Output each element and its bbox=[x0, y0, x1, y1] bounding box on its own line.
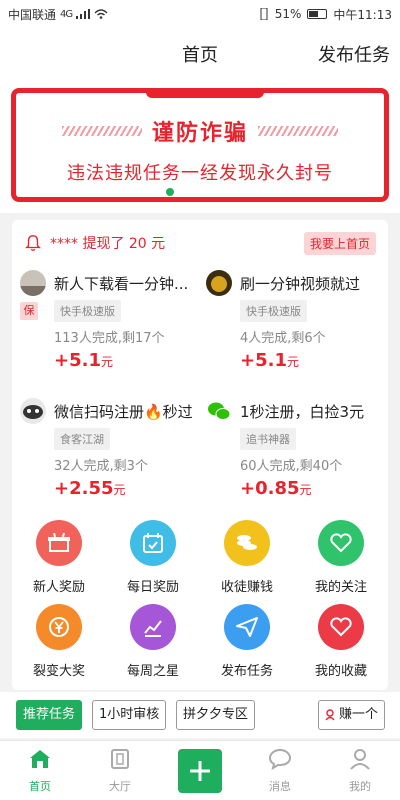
banner-warning: 违法违规任务一经发现永久封号 bbox=[67, 163, 333, 184]
task-title: 新人下载看一分钟... bbox=[54, 275, 189, 293]
tab-label: 大厅 bbox=[109, 780, 131, 793]
task-panel: **** 提现了 20 元 我要上首页 新人下载看一分钟... 保 快手极速版 … bbox=[12, 220, 388, 690]
grid-item-follows[interactable]: 我的关注 bbox=[294, 520, 388, 595]
task-card[interactable]: 新人下载看一分钟... 保 快手极速版 113人完成,剩17个 +5.1元 bbox=[20, 270, 200, 390]
home-icon bbox=[30, 750, 50, 768]
chart-icon bbox=[130, 604, 176, 650]
tab-hall[interactable]: 大厅 bbox=[80, 747, 160, 794]
grid-label: 每周之星 bbox=[126, 664, 179, 679]
grid-item-fission-prize[interactable]: 裂变大奖 bbox=[12, 604, 106, 679]
recommended-tasks-tab[interactable]: 推荐任务 bbox=[16, 700, 83, 730]
grid-label: 发布任务 bbox=[220, 664, 273, 679]
task-tag: 追书神器 bbox=[240, 428, 296, 450]
task-price: +0.85元 bbox=[240, 478, 312, 499]
tab-messages[interactable]: 消息 bbox=[240, 747, 320, 794]
one-hour-review-tab[interactable]: 1小时审核 bbox=[92, 700, 167, 730]
task-stat: 32人完成,剩3个 bbox=[54, 459, 148, 474]
clock: 中午11:13 bbox=[333, 7, 392, 22]
task-filter-bar: 推荐任务 1小时审核 拼夕夕专区 赚一个 bbox=[0, 692, 400, 738]
earn-one-label: 赚一个 bbox=[339, 707, 379, 722]
vibrate-icon bbox=[260, 8, 268, 20]
signal-icon bbox=[76, 9, 91, 19]
status-bar: 中国联通 4G 51% 中午11:13 bbox=[0, 0, 400, 28]
anti-fraud-banner[interactable]: 谨防诈骗 违法违规任务一经发现永久封号 bbox=[11, 88, 389, 202]
task-stat: 4人完成,剩6个 bbox=[240, 331, 326, 346]
wifi-icon bbox=[94, 9, 108, 19]
hall-icon bbox=[111, 749, 129, 769]
bottom-tab-bar: 首页 大厅 消息 我的 bbox=[0, 740, 400, 800]
coins-icon bbox=[224, 520, 270, 566]
top-nav: 首页 发布任务 bbox=[0, 28, 400, 78]
tab-label: 我的 bbox=[349, 780, 371, 793]
wechat-icon bbox=[206, 398, 232, 424]
withdraw-notice: **** 提现了 20 元 我要上首页 bbox=[24, 230, 376, 256]
go-homepage-button[interactable]: 我要上首页 bbox=[303, 231, 376, 255]
grid-label: 我的收藏 bbox=[314, 664, 367, 679]
carousel-indicator bbox=[166, 188, 174, 196]
tab-label: 消息 bbox=[269, 780, 291, 793]
grid-label: 我的关注 bbox=[314, 580, 367, 595]
grid-item-new-user-reward[interactable]: 新人奖励 bbox=[12, 520, 106, 595]
carrier-label: 中国联通 bbox=[8, 7, 57, 22]
paper-plane-icon bbox=[224, 604, 270, 650]
user-icon bbox=[325, 709, 335, 721]
grid-label: 新人奖励 bbox=[32, 580, 85, 595]
banner-carousel[interactable]: 谨防诈骗 违法违规任务一经发现永久封号 bbox=[0, 78, 400, 213]
battery-icon bbox=[307, 9, 328, 19]
banner-headline: 谨防诈骗 bbox=[151, 121, 248, 146]
grid-label: 每日奖励 bbox=[126, 580, 179, 595]
task-tag: 快手极速版 bbox=[54, 300, 121, 322]
task-title: 微信扫码注册🔥秒过 bbox=[54, 403, 193, 421]
yen-coin-icon bbox=[36, 604, 82, 650]
grid-item-recruit[interactable]: 收徒赚钱 bbox=[200, 520, 294, 595]
grid-item-publish-task[interactable]: 发布任务 bbox=[200, 604, 294, 679]
task-price: +5.1元 bbox=[240, 350, 299, 371]
task-price: +2.55元 bbox=[54, 478, 126, 499]
bell-icon bbox=[25, 235, 41, 251]
withdraw-text: **** 提现了 20 元 bbox=[50, 236, 166, 252]
task-tag: 食客江湖 bbox=[54, 428, 110, 450]
pdd-zone-tab[interactable]: 拼夕夕专区 bbox=[176, 700, 256, 730]
heart-outline-icon bbox=[318, 520, 364, 566]
task-title: 刷一分钟视频就过 bbox=[240, 275, 361, 293]
task-stat: 113人完成,剩17个 bbox=[54, 331, 165, 346]
task-stat: 60人完成,剩40个 bbox=[240, 459, 343, 474]
tab-label: 首页 bbox=[29, 780, 51, 793]
network-label: 4G bbox=[60, 8, 73, 20]
guarantee-badge: 保 bbox=[20, 302, 38, 320]
add-button[interactable] bbox=[178, 749, 222, 793]
grid-label: 裂变大奖 bbox=[32, 664, 85, 679]
chat-icon bbox=[268, 748, 292, 771]
grid-label: 收徒赚钱 bbox=[220, 580, 273, 595]
battery-percent: 51% bbox=[274, 7, 302, 21]
grid-item-favorites[interactable]: 我的收藏 bbox=[294, 604, 388, 679]
gift-icon bbox=[36, 520, 82, 566]
publish-task-link[interactable]: 发布任务 bbox=[318, 41, 390, 67]
stripes-decoration bbox=[61, 126, 142, 136]
heart-icon bbox=[318, 604, 364, 650]
grid-item-weekly-star[interactable]: 每周之星 bbox=[106, 604, 200, 679]
earn-one-button[interactable]: 赚一个 bbox=[318, 700, 386, 730]
task-avatar bbox=[20, 398, 46, 424]
calendar-icon bbox=[130, 520, 176, 566]
task-card[interactable]: 1秒注册，白捡3元 追书神器 60人完成,剩40个 +0.85元 bbox=[206, 398, 386, 518]
task-avatar bbox=[20, 270, 46, 296]
tab-mine[interactable]: 我的 bbox=[320, 747, 400, 794]
banner-notch bbox=[146, 88, 264, 98]
grid-item-daily-reward[interactable]: 每日奖励 bbox=[106, 520, 200, 595]
stripes-decoration bbox=[258, 126, 338, 136]
plus-icon bbox=[190, 761, 210, 781]
task-price: +5.1元 bbox=[54, 350, 113, 371]
task-tag: 快手极速版 bbox=[240, 300, 307, 322]
profile-icon bbox=[350, 749, 370, 770]
task-card[interactable]: 微信扫码注册🔥秒过 食客江湖 32人完成,剩3个 +2.55元 bbox=[20, 398, 200, 518]
task-title: 1秒注册，白捡3元 bbox=[240, 403, 365, 421]
task-avatar bbox=[206, 270, 232, 296]
task-card[interactable]: 刷一分钟视频就过 快手极速版 4人完成,剩6个 +5.1元 bbox=[206, 270, 386, 390]
tab-home[interactable]: 首页 bbox=[0, 747, 80, 794]
